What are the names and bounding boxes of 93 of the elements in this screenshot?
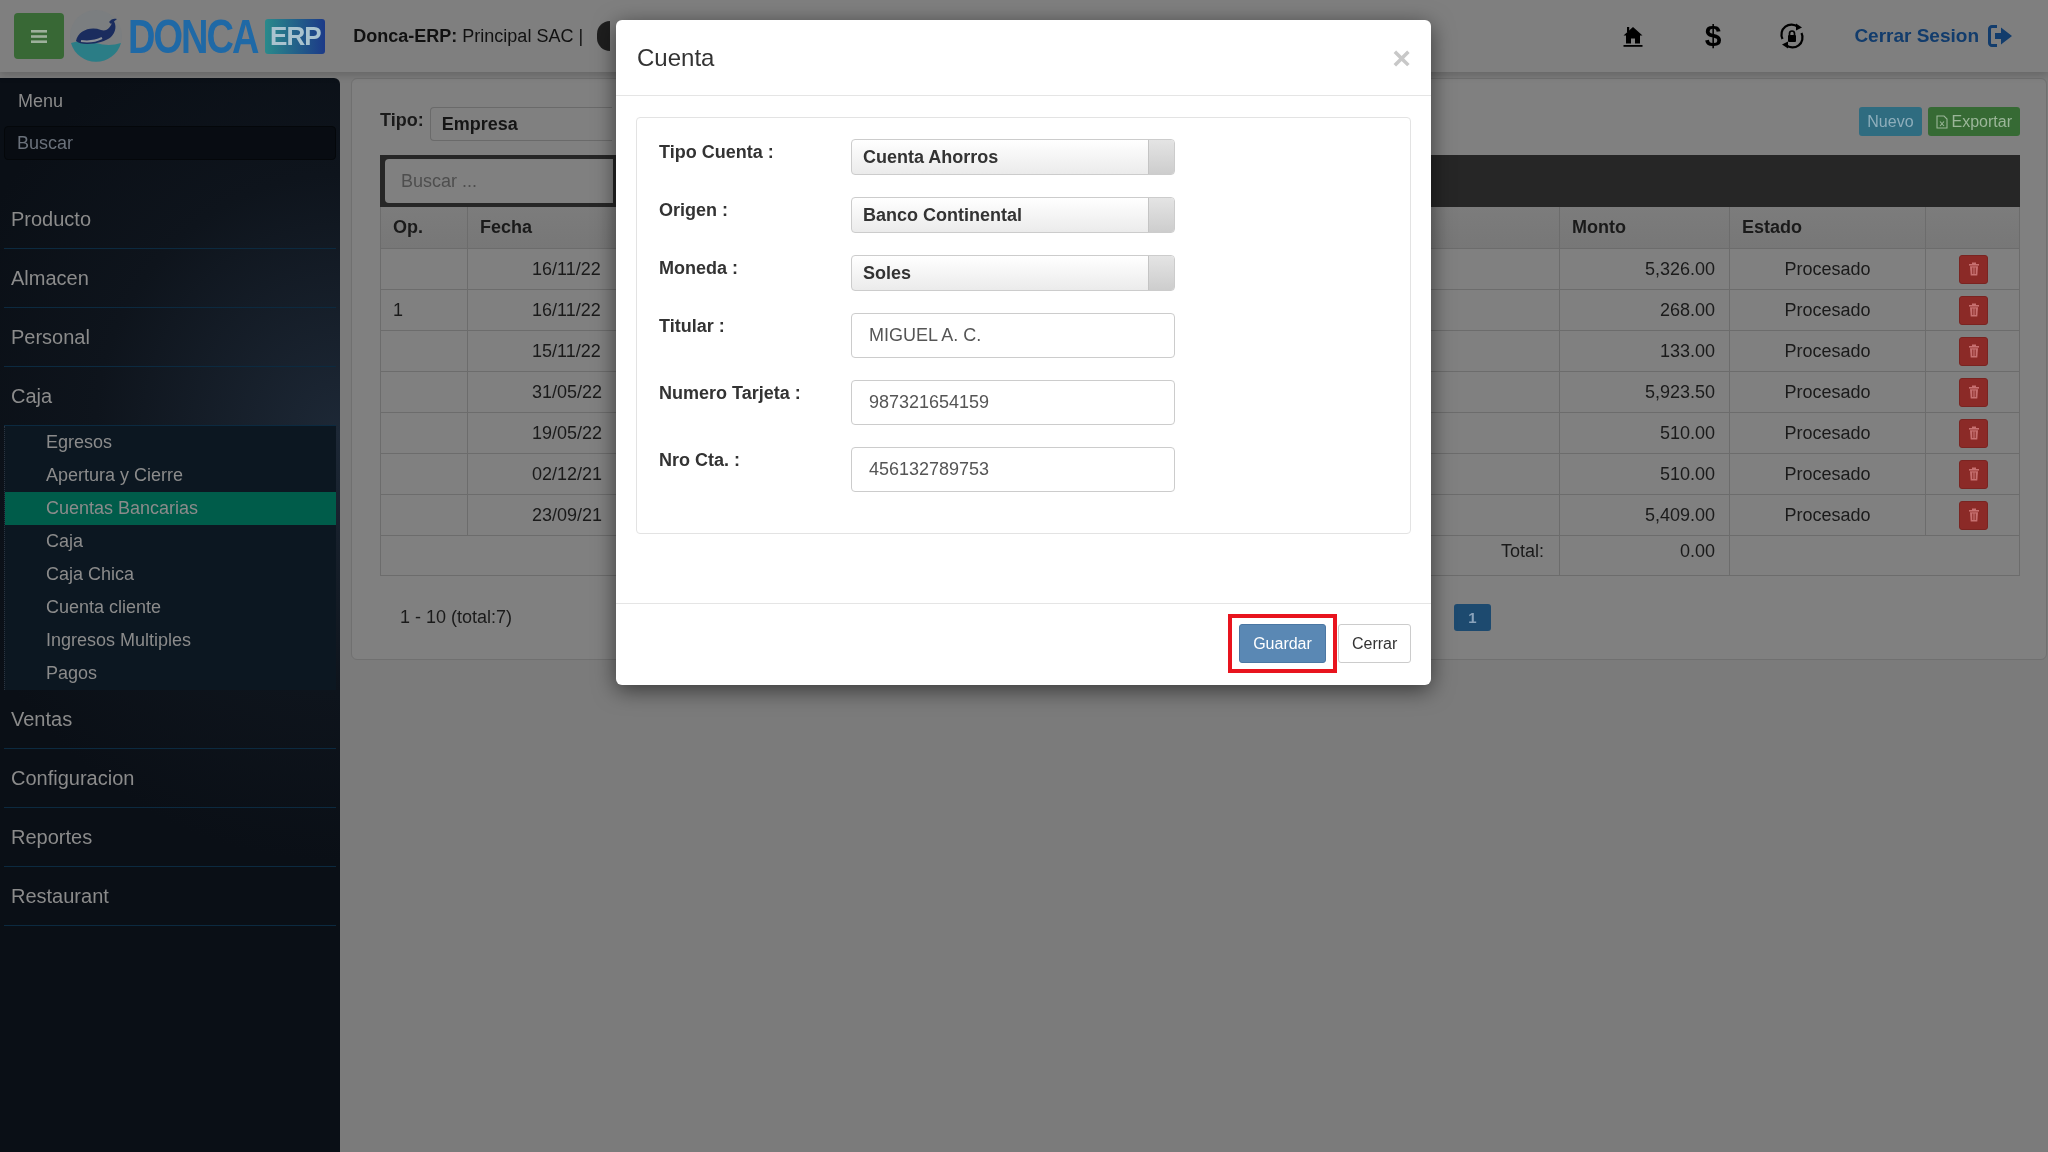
type-select[interactable]: Empresa bbox=[429, 107, 612, 141]
submenu-item[interactable]: Cuenta cliente bbox=[5, 591, 336, 624]
amount-value: 133.00 bbox=[1659, 340, 1715, 362]
status-text: Procesado bbox=[1784, 381, 1871, 403]
total-label: Total: bbox=[1500, 541, 1544, 562]
column-header: Fecha bbox=[480, 217, 533, 238]
field-label: Tipo Cuenta : bbox=[659, 141, 774, 164]
status-text: Procesado bbox=[1784, 299, 1871, 321]
status-text: Procesado bbox=[1784, 463, 1871, 485]
select-field[interactable]: Cuenta Ahorros bbox=[851, 139, 1175, 175]
status-text: Procesado bbox=[1784, 504, 1871, 526]
trash-icon bbox=[1967, 344, 1980, 358]
date-value: 16/11/22 bbox=[532, 299, 601, 321]
amount-value: 5,326.00 bbox=[1644, 258, 1715, 280]
modal-button[interactable]: Guardar bbox=[1239, 624, 1326, 663]
trash-icon bbox=[1967, 508, 1980, 522]
trash-icon bbox=[1967, 385, 1980, 399]
trash-icon bbox=[1967, 262, 1980, 276]
trash-icon bbox=[1967, 303, 1980, 317]
date-value: 02/12/21 bbox=[532, 463, 603, 485]
modal-button[interactable]: Cerrar bbox=[1338, 624, 1411, 663]
search-field[interactable]: Buscar bbox=[4, 126, 336, 160]
status-text: Procesado bbox=[1784, 258, 1871, 280]
submenu-item[interactable]: Caja bbox=[5, 525, 336, 558]
logo-suffix: ERP bbox=[265, 18, 326, 54]
file-icon bbox=[1935, 114, 1948, 129]
date-value: 23/09/21 bbox=[532, 504, 603, 526]
sidebar-item[interactable]: Personal bbox=[4, 308, 336, 367]
delete-button[interactable] bbox=[1959, 377, 1988, 407]
submenu-item[interactable]: Pagos bbox=[5, 657, 336, 690]
dropdown-toggle[interactable] bbox=[1148, 256, 1174, 290]
column-header: Monto bbox=[1572, 217, 1626, 238]
amount-value: 5,923.50 bbox=[1644, 381, 1715, 403]
logout-icon bbox=[1987, 24, 2013, 48]
delete-button[interactable] bbox=[1959, 500, 1988, 530]
input-field[interactable]: 987321654159 bbox=[851, 380, 1175, 425]
home-icon[interactable] bbox=[1622, 25, 1643, 47]
trash-icon bbox=[1967, 426, 1980, 440]
field-label: Titular : bbox=[659, 315, 725, 338]
field-label: Origen : bbox=[659, 199, 728, 222]
row-number: 1 bbox=[393, 299, 403, 321]
column-header: Estado bbox=[1742, 217, 1802, 238]
delete-button[interactable] bbox=[1959, 459, 1988, 489]
action-button[interactable]: Exportar bbox=[1927, 107, 2020, 136]
amount-value: 510.00 bbox=[1659, 463, 1715, 485]
date-value: 15/11/22 bbox=[532, 340, 601, 362]
menu-title: Menu bbox=[17, 90, 65, 113]
trash-icon bbox=[1967, 467, 1980, 481]
menu-button[interactable] bbox=[14, 13, 64, 59]
delete-button[interactable] bbox=[1959, 336, 1988, 366]
delete-button[interactable] bbox=[1959, 295, 1988, 325]
field-label: Moneda : bbox=[659, 257, 738, 280]
menu-icon bbox=[31, 29, 47, 43]
amount-value: 5,409.00 bbox=[1644, 504, 1715, 526]
column-header: Op. bbox=[393, 217, 423, 238]
submenu-item[interactable]: Apertura y Cierre bbox=[5, 459, 336, 492]
avatar-icon bbox=[597, 21, 611, 51]
sidebar-item[interactable]: Reportes bbox=[4, 808, 336, 867]
pagination-summary: 1 - 10 (total:7) bbox=[400, 607, 513, 628]
field-label: Nro Cta. : bbox=[659, 449, 740, 472]
company-label: Donca-ERP: Principal SAC | bbox=[353, 25, 584, 47]
delete-button[interactable] bbox=[1959, 254, 1988, 284]
sidebar-item[interactable]: Almacen bbox=[4, 249, 336, 308]
lock-sync-icon[interactable] bbox=[1778, 22, 1807, 50]
dropdown-toggle[interactable] bbox=[1148, 198, 1174, 232]
sidebar-item[interactable]: Restaurant bbox=[4, 867, 336, 926]
select-field[interactable]: Banco Continental bbox=[851, 197, 1175, 233]
currency-link[interactable]: $ bbox=[1704, 19, 1722, 53]
date-value: 16/11/22 bbox=[532, 258, 601, 280]
brand-name: DONCA bbox=[128, 10, 258, 62]
delete-button[interactable] bbox=[1959, 418, 1988, 448]
page-button[interactable]: 1 bbox=[1454, 604, 1491, 631]
sidebar-item[interactable]: Ventas bbox=[4, 690, 336, 749]
amount-value: 510.00 bbox=[1659, 422, 1715, 444]
total-value: 0.00 bbox=[1679, 541, 1715, 562]
status-text: Procesado bbox=[1784, 422, 1871, 444]
date-value: 31/05/22 bbox=[532, 381, 603, 403]
input-field[interactable]: MIGUEL A. C. bbox=[851, 313, 1175, 358]
status-text: Procesado bbox=[1784, 340, 1871, 362]
submenu-item[interactable]: Egresos bbox=[5, 426, 336, 459]
sidebar-item[interactable]: Configuracion bbox=[4, 749, 336, 808]
submenu-item[interactable]: Ingresos Multiples bbox=[5, 624, 336, 657]
filter-label: Tipo: bbox=[380, 109, 424, 132]
modal-title: Cuenta bbox=[637, 43, 715, 72]
logout-link[interactable]: Cerrar Sesion bbox=[1854, 24, 2013, 48]
select-field[interactable]: Soles bbox=[851, 255, 1175, 291]
sidebar-item[interactable]: Producto bbox=[4, 190, 336, 249]
dropdown-toggle[interactable] bbox=[1148, 140, 1174, 174]
input-field[interactable]: 456132789753 bbox=[851, 447, 1175, 492]
submenu-item[interactable]: Caja Chica bbox=[5, 558, 336, 591]
field-label: Numero Tarjeta : bbox=[659, 382, 801, 405]
date-value: 19/05/22 bbox=[532, 422, 603, 444]
amount-value: 268.00 bbox=[1659, 299, 1715, 321]
